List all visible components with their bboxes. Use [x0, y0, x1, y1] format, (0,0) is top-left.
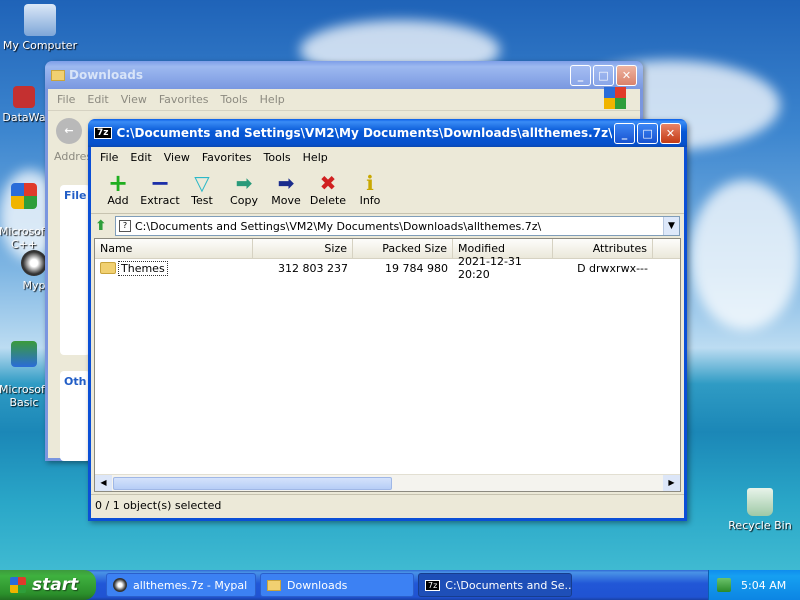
network-tray-icon[interactable]	[717, 578, 731, 592]
column-header: Name Size Packed Size Modified Attribute…	[95, 239, 680, 259]
cell-modified: 2021-12-31 20:20	[458, 255, 522, 281]
table-row[interactable]: Themes 312 803 237 19 784 980 2021-12-31…	[95, 255, 680, 281]
sevenzip-toolbar: + Add − Extract ▽ Test ➡ Copy ➡ Move ✖ D…	[91, 168, 684, 214]
visual-cpp-icon	[11, 183, 37, 209]
add-button[interactable]: + Add	[97, 169, 139, 209]
windows-logo-icon	[604, 87, 626, 109]
maximize-button[interactable]: □	[593, 64, 614, 86]
info-button[interactable]: ℹ Info	[349, 172, 391, 209]
taskbar-item-downloads[interactable]: Downloads	[260, 573, 414, 597]
menu-help[interactable]: Help	[297, 151, 334, 164]
menu-file[interactable]: File	[51, 93, 81, 106]
sevenzip-address-row: ⬆ ? C:\Documents and Settings\VM2\My Doc…	[91, 214, 684, 238]
folder-icon	[100, 262, 116, 274]
visual-basic-icon	[11, 341, 37, 367]
horizontal-scrollbar[interactable]: ◀ ▶	[95, 474, 680, 491]
explorer-titlebar[interactable]: Downloads _ □ ✕	[45, 61, 643, 89]
menu-view[interactable]: View	[115, 93, 153, 106]
status-bar: 0 / 1 object(s) selected	[91, 494, 684, 516]
sevenzip-window[interactable]: 7z C:\Documents and Settings\VM2\My Docu…	[88, 119, 687, 521]
scrollbar-thumb[interactable]	[113, 476, 392, 490]
file-list[interactable]: Name Size Packed Size Modified Attribute…	[94, 238, 681, 492]
delete-button[interactable]: ✖ Delete	[307, 172, 349, 209]
system-tray: 5:04 AM	[708, 570, 800, 600]
taskbar-item-sevenzip[interactable]: 7z C:\Documents and Se...	[418, 573, 572, 597]
scroll-right-icon[interactable]: ▶	[663, 475, 680, 491]
start-button[interactable]: start	[0, 570, 96, 600]
sevenzip-titlebar[interactable]: 7z C:\Documents and Settings\VM2\My Docu…	[88, 119, 687, 147]
computer-icon	[24, 4, 56, 36]
menu-edit[interactable]: Edit	[124, 151, 157, 164]
menu-favorites[interactable]: Favorites	[153, 93, 215, 106]
copy-arrow-icon: ➡	[235, 171, 253, 195]
menu-tools[interactable]: Tools	[215, 93, 254, 106]
menu-tools[interactable]: Tools	[258, 151, 297, 164]
clock[interactable]: 5:04 AM	[741, 579, 786, 592]
plus-icon: +	[107, 169, 129, 197]
windows-logo-icon	[10, 577, 26, 593]
menu-view[interactable]: View	[158, 151, 196, 164]
minus-icon: −	[149, 169, 171, 197]
copy-button[interactable]: ➡ Copy	[223, 172, 265, 209]
info-icon: ℹ	[366, 171, 374, 195]
sevenzip-app-icon: 7z	[94, 127, 112, 139]
explorer-menubar: File Edit View Favorites Tools Help	[48, 89, 640, 110]
mypal-raccoon-icon	[113, 578, 127, 592]
cloud	[690, 180, 800, 330]
app-shortcut-icon	[13, 86, 35, 108]
taskbar: start allthemes.7z - Mypal Downloads 7z …	[0, 570, 800, 600]
recycle-bin-icon	[747, 488, 773, 516]
sevenzip-app-icon: 7z	[425, 579, 441, 591]
explorer-task-pane: File	[60, 185, 90, 355]
col-size[interactable]: Size	[253, 239, 353, 258]
folder-icon	[267, 579, 281, 591]
col-name[interactable]: Name	[95, 239, 253, 258]
file-tasks-heading: File	[64, 189, 87, 202]
dropdown-arrow-icon[interactable]: ▼	[663, 217, 679, 235]
address-input[interactable]: ? C:\Documents and Settings\VM2\My Docum…	[115, 216, 680, 236]
close-button[interactable]: ✕	[660, 122, 681, 144]
desktop-icon-recycle-bin[interactable]: Recycle Bin	[722, 488, 798, 532]
sevenzip-menubar: File Edit View Favorites Tools Help	[91, 147, 684, 168]
mypal-raccoon-icon	[21, 250, 47, 276]
scroll-left-icon[interactable]: ◀	[95, 475, 112, 491]
taskbar-item-mypal[interactable]: allthemes.7z - Mypal	[106, 573, 256, 597]
up-folder-icon[interactable]: ⬆	[95, 218, 115, 234]
cell-attributes: D drwxrwx---	[577, 261, 648, 275]
cell-size: 312 803 237	[278, 261, 348, 275]
move-button[interactable]: ➡ Move	[265, 172, 307, 209]
maximize-button[interactable]: □	[637, 122, 659, 144]
menu-favorites[interactable]: Favorites	[196, 151, 258, 164]
menu-file[interactable]: File	[94, 151, 124, 164]
close-button[interactable]: ✕	[616, 64, 637, 86]
test-button[interactable]: ▽ Test	[181, 172, 223, 209]
folder-icon	[51, 69, 65, 81]
explorer-other-pane: Oth	[60, 371, 90, 461]
menu-edit[interactable]: Edit	[81, 93, 114, 106]
extract-button[interactable]: − Extract	[139, 169, 181, 209]
minimize-button[interactable]: _	[614, 122, 636, 144]
menu-help[interactable]: Help	[254, 93, 291, 106]
back-icon[interactable]: ←	[56, 117, 82, 144]
desktop-icon-my-computer[interactable]: My Computer	[2, 4, 78, 52]
col-packed-size[interactable]: Packed Size	[353, 239, 453, 258]
move-arrow-icon: ➡	[277, 171, 295, 195]
col-attributes[interactable]: Attributes	[553, 239, 653, 258]
delete-x-icon: ✖	[319, 171, 337, 195]
other-places-heading: Oth	[64, 375, 87, 388]
check-arrow-icon: ▽	[194, 171, 210, 195]
cell-name: Themes	[95, 260, 253, 276]
minimize-button[interactable]: _	[570, 64, 591, 86]
cell-packed-size: 19 784 980	[385, 261, 448, 275]
status-text: 0 / 1 object(s) selected	[95, 499, 222, 512]
archive-icon: ?	[119, 220, 131, 232]
